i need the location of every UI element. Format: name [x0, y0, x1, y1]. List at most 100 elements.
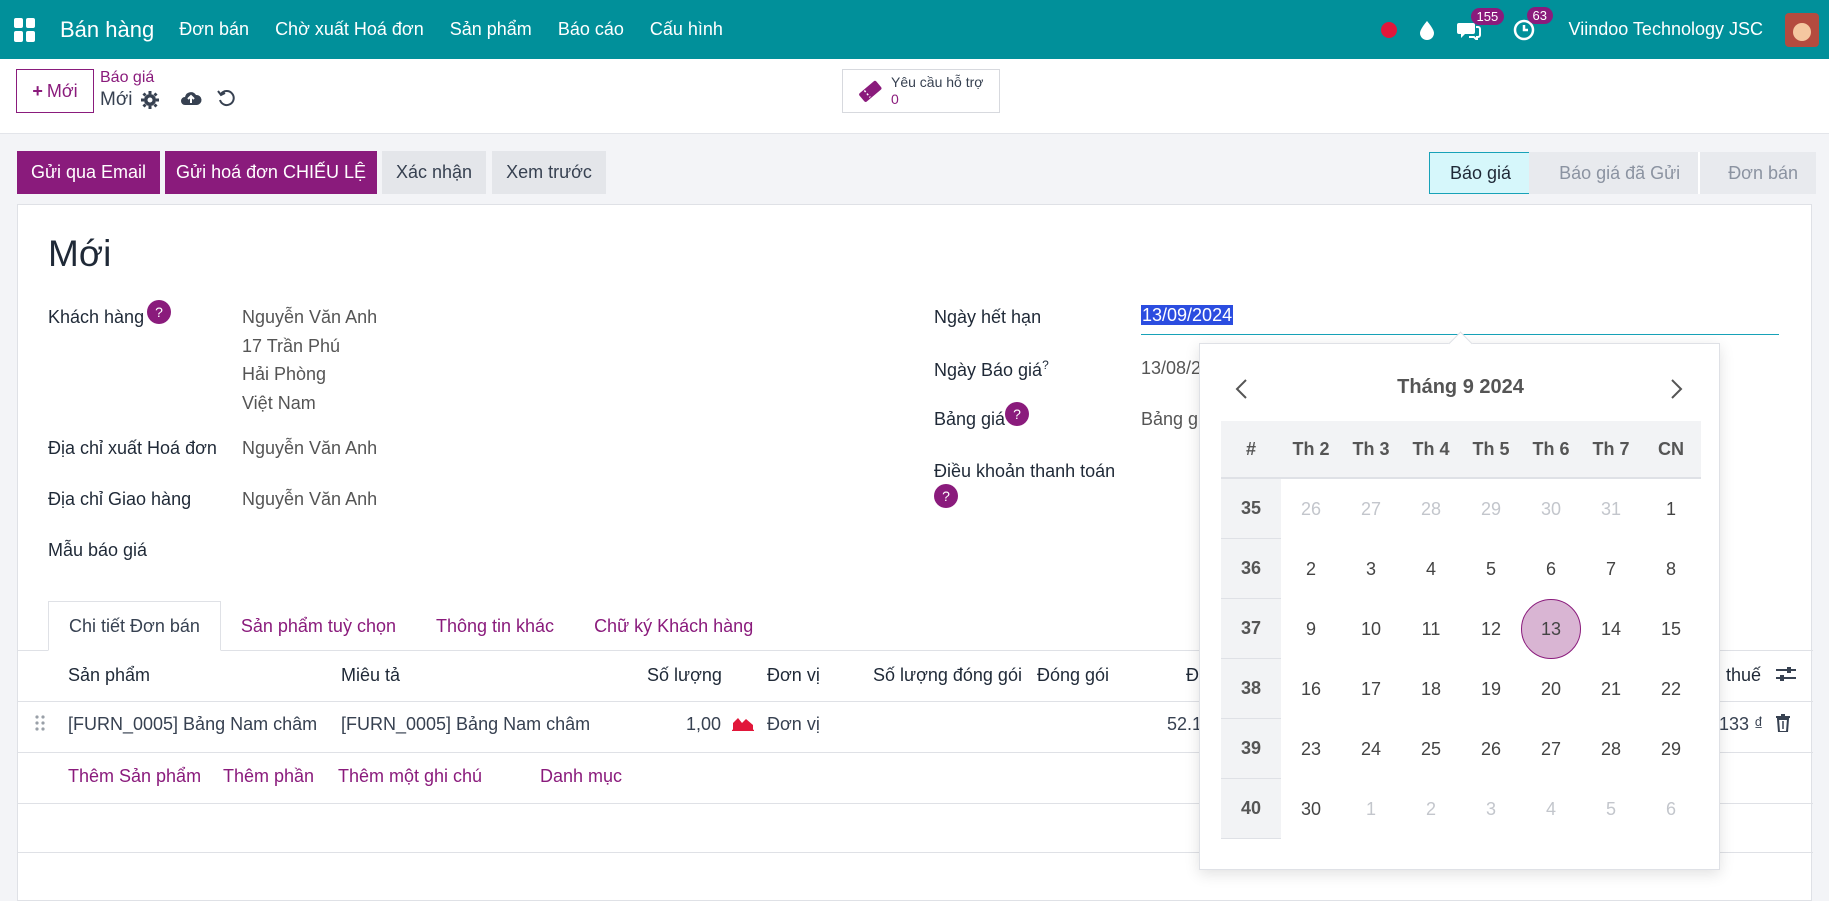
calendar-day[interactable]: 12 [1461, 599, 1521, 659]
send-proforma-button[interactable]: Gửi hoá đơn CHIẾU LỆ [165, 151, 377, 194]
help-icon[interactable]: ? [147, 300, 171, 324]
calendar-day[interactable]: 31 [1581, 479, 1641, 539]
next-month-button[interactable] [1670, 378, 1684, 405]
menu-item-reporting[interactable]: Báo cáo [545, 19, 637, 40]
column-description[interactable]: Miêu tả [341, 665, 400, 686]
calendar-day[interactable]: 28 [1581, 719, 1641, 779]
activities-button[interactable]: 63 [1513, 6, 1553, 41]
help-icon[interactable]: ? [934, 484, 958, 508]
calendar-day[interactable]: 1 [1341, 779, 1401, 839]
calendar-day[interactable]: 26 [1461, 719, 1521, 779]
calendar-day[interactable]: 15 [1641, 599, 1701, 659]
gear-icon[interactable] [141, 91, 159, 114]
add-note-link[interactable]: Thêm một ghi chú [338, 766, 482, 787]
breadcrumb-parent[interactable]: Báo giá [100, 69, 154, 87]
line-unit-price[interactable]: 52.1 [1167, 714, 1202, 735]
menu-item-to-invoice[interactable]: Chờ xuất Hoá đơn [262, 19, 437, 40]
help-tooltip-mark[interactable]: ? [1042, 358, 1049, 372]
calendar-day[interactable]: 30 [1521, 479, 1581, 539]
delivery-address-field[interactable]: Nguyễn Văn Anh [242, 489, 377, 510]
new-button[interactable]: + Mới [16, 69, 94, 113]
discard-icon[interactable] [217, 89, 235, 112]
help-icon[interactable]: ? [1005, 402, 1029, 426]
calendar-day[interactable]: 27 [1521, 719, 1581, 779]
calendar-day[interactable]: 6 [1641, 779, 1701, 839]
tab-optional-products[interactable]: Sản phẩm tuỳ chọn [221, 601, 416, 651]
calendar-day[interactable]: 9 [1281, 599, 1341, 659]
column-product[interactable]: Sản phẩm [68, 665, 150, 686]
calendar-day[interactable]: 5 [1461, 539, 1521, 599]
tab-other-info[interactable]: Thông tin khác [416, 601, 574, 651]
optional-columns-icon[interactable] [1776, 665, 1796, 688]
calendar-day[interactable]: 21 [1581, 659, 1641, 719]
calendar-day-selected[interactable]: 13 [1521, 599, 1581, 659]
calendar-day[interactable]: 29 [1641, 719, 1701, 779]
calendar-day[interactable]: 8 [1641, 539, 1701, 599]
recording-icon[interactable] [1380, 21, 1397, 38]
stage-quotation[interactable]: Báo giá [1429, 152, 1531, 194]
calendar-day[interactable]: 3 [1341, 539, 1401, 599]
stage-quotation-sent[interactable]: Báo giá đã Gửi [1529, 152, 1699, 194]
calendar-day[interactable]: 20 [1521, 659, 1581, 719]
calendar-day[interactable]: 5 [1581, 779, 1641, 839]
calendar-day[interactable]: 17 [1341, 659, 1401, 719]
add-product-link[interactable]: Thêm Sản phẩm [68, 766, 201, 787]
app-title[interactable]: Bán hàng [60, 17, 154, 43]
drag-handle-icon[interactable] [34, 714, 46, 737]
calendar-day[interactable]: 26 [1281, 479, 1341, 539]
stage-sales-order[interactable]: Đơn bán [1700, 152, 1817, 194]
calendar-day[interactable]: 22 [1641, 659, 1701, 719]
tab-order-lines[interactable]: Chi tiết Đơn bán [48, 601, 221, 651]
calendar-day[interactable]: 3 [1461, 779, 1521, 839]
confirm-button[interactable]: Xác nhận [382, 151, 486, 194]
calendar-day[interactable]: 27 [1341, 479, 1401, 539]
company-switcher[interactable]: Viindoo Technology JSC [1569, 19, 1763, 40]
calendar-day[interactable]: 4 [1401, 539, 1461, 599]
line-quantity[interactable]: 1,00 [686, 714, 721, 735]
column-taxes[interactable]: thuế [1726, 665, 1761, 686]
support-request-button[interactable]: Yêu cầu hỗ trợ 0 [842, 69, 1000, 113]
line-product[interactable]: [FURN_0005] Bảng Nam châm [68, 714, 317, 735]
calendar-day[interactable]: 14 [1581, 599, 1641, 659]
catalog-link[interactable]: Danh mục [540, 766, 622, 787]
calendar-day[interactable]: 2 [1401, 779, 1461, 839]
invoice-address-field[interactable]: Nguyễn Văn Anh [242, 438, 377, 459]
calendar-day[interactable]: 11 [1401, 599, 1461, 659]
line-description[interactable]: [FURN_0005] Bảng Nam châm [341, 714, 590, 735]
column-packaging[interactable]: Đóng gói [1037, 665, 1109, 686]
calendar-day[interactable]: 28 [1401, 479, 1461, 539]
line-uom[interactable]: Đơn vị [767, 714, 820, 735]
column-uom[interactable]: Đơn vị [767, 665, 820, 686]
tab-customer-signature[interactable]: Chữ ký Khách hàng [574, 601, 773, 651]
messages-button[interactable]: 155 [1456, 7, 1505, 40]
cloud-upload-icon[interactable] [180, 89, 202, 112]
add-section-link[interactable]: Thêm phần [223, 766, 314, 787]
calendar-day[interactable]: 16 [1281, 659, 1341, 719]
quotation-date-field[interactable]: 13/08/2 [1141, 358, 1201, 379]
calendar-month-title[interactable]: Tháng 9 2024 [1200, 376, 1721, 399]
calendar-day[interactable]: 24 [1341, 719, 1401, 779]
calendar-day[interactable]: 23 [1281, 719, 1341, 779]
preview-button[interactable]: Xem trước [492, 151, 606, 194]
drop-icon[interactable] [1419, 20, 1435, 40]
pricelist-field[interactable]: Bảng g [1141, 409, 1198, 430]
calendar-day[interactable]: 25 [1401, 719, 1461, 779]
column-packaging-qty[interactable]: Số lượng đóng gói [873, 665, 1022, 686]
delete-line-icon[interactable] [1776, 714, 1790, 737]
calendar-day[interactable]: 30 [1281, 779, 1341, 839]
stock-chart-icon[interactable] [732, 715, 754, 736]
column-quantity[interactable]: Số lượng [647, 665, 722, 686]
send-email-button[interactable]: Gửi qua Email [17, 151, 160, 194]
calendar-day[interactable]: 29 [1461, 479, 1521, 539]
calendar-day[interactable]: 2 [1281, 539, 1341, 599]
user-avatar[interactable] [1785, 12, 1819, 47]
calendar-day[interactable]: 10 [1341, 599, 1401, 659]
column-unit-price[interactable]: Đ [1186, 665, 1199, 686]
calendar-day[interactable]: 4 [1521, 779, 1581, 839]
menu-item-configuration[interactable]: Cấu hình [637, 19, 736, 40]
calendar-day[interactable]: 1 [1641, 479, 1701, 539]
calendar-day[interactable]: 7 [1581, 539, 1641, 599]
menu-item-products[interactable]: Sản phẩm [437, 19, 545, 40]
apps-menu-icon[interactable] [14, 17, 38, 42]
calendar-day[interactable]: 19 [1461, 659, 1521, 719]
